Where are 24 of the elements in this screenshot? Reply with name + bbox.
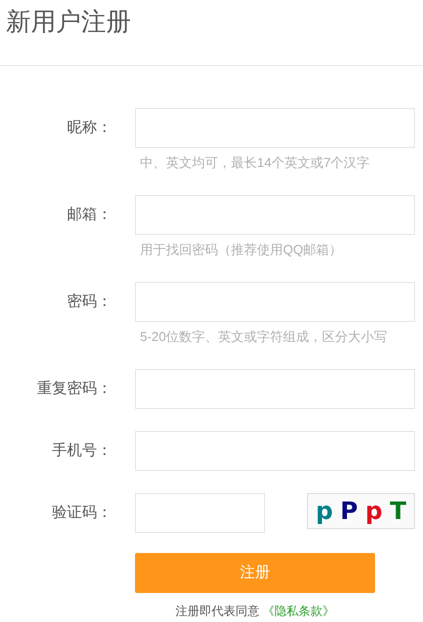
- field-label: 邮箱：: [67, 204, 112, 225]
- captcha-char: P: [340, 499, 358, 523]
- field-hint: 用于找回密码（推荐使用QQ邮箱）: [140, 241, 344, 259]
- captcha-char: T: [390, 499, 406, 523]
- field-label: 手机号：: [52, 440, 112, 461]
- page-title: 新用户注册: [6, 7, 132, 38]
- captcha-char: p: [365, 499, 382, 523]
- register-button[interactable]: 注册: [135, 553, 375, 593]
- input-field[interactable]: [135, 108, 415, 148]
- captcha-input[interactable]: [135, 493, 265, 533]
- field-label: 验证码：: [52, 502, 112, 523]
- privacy-link[interactable]: 《隐私条款》: [262, 603, 334, 619]
- input-field[interactable]: [135, 282, 415, 322]
- captcha-image[interactable]: p P p T: [307, 493, 415, 529]
- field-label: 昵称：: [67, 118, 112, 138]
- field-label: 密码：: [67, 292, 112, 312]
- input-field[interactable]: [135, 431, 415, 471]
- input-field[interactable]: [135, 195, 415, 235]
- agreement-text: 注册即代表同意: [176, 603, 260, 619]
- field-hint: 中、英文均可，最长14个英文或7个汉字: [140, 154, 371, 172]
- field-hint: 5-20位数字、英文或字符组成，区分大小写: [140, 328, 388, 346]
- field-label: 重复密码：: [37, 378, 112, 399]
- captcha-char: p: [316, 499, 333, 523]
- input-field[interactable]: [135, 369, 415, 409]
